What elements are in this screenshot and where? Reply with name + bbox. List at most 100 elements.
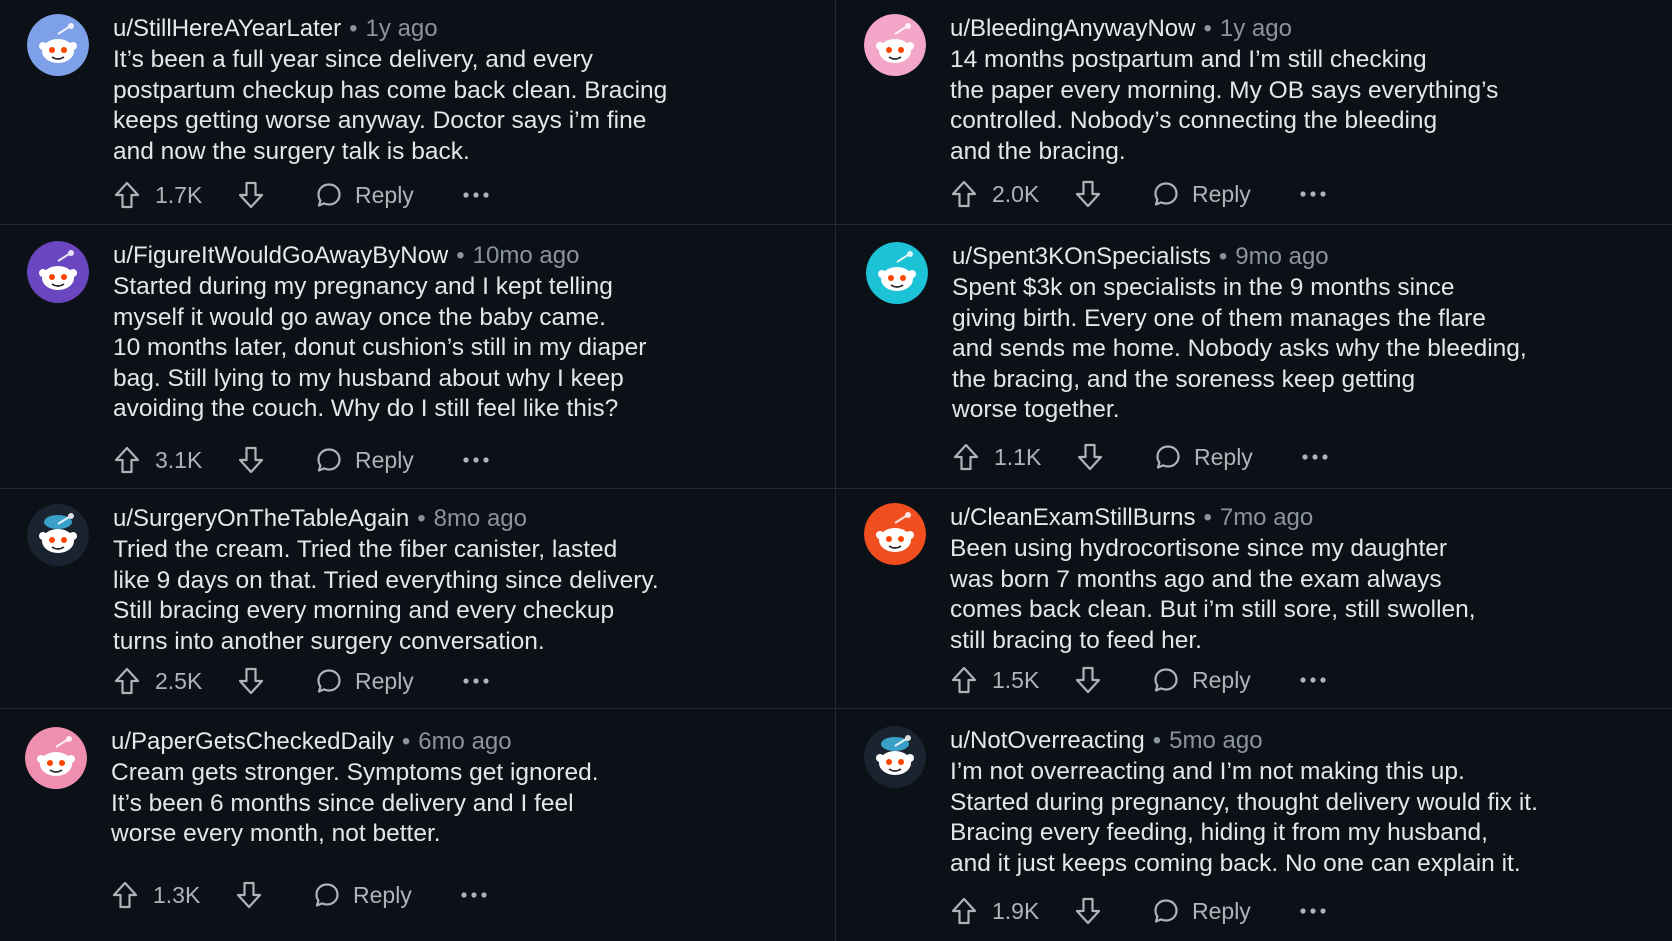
more-options-icon[interactable] — [462, 677, 490, 685]
username-link[interactable]: u/PaperGetsCheckedDaily — [111, 728, 394, 755]
comment-text-line: turns into another surgery conversation. — [113, 627, 545, 655]
avatar[interactable] — [864, 503, 926, 565]
reply-bubble-icon — [315, 181, 343, 209]
comment-text-line: It’s been a full year since delivery, an… — [113, 46, 593, 73]
comment-text-line: I’m not overreacting and I’m not making … — [950, 758, 1465, 785]
comment-text-line: still bracing to feed her. — [950, 626, 1202, 654]
timestamp: 1y ago — [365, 15, 438, 42]
comment-meta: u/CleanExamStillBurns • 7mo ago — [950, 503, 1650, 533]
reply-button[interactable]: Reply — [1152, 666, 1251, 694]
comment-meta: u/Spent3KOnSpecialists • 9mo ago — [952, 242, 1652, 272]
upvote-arrow-icon[interactable] — [950, 896, 978, 926]
more-options-icon[interactable] — [462, 456, 490, 464]
row-divider — [0, 488, 835, 489]
comment-text-line: the bracing, and the soreness keep getti… — [952, 365, 1416, 393]
vote-count: 1.9K — [992, 897, 1040, 924]
comment-actions: 2.5K Reply — [113, 664, 490, 698]
reply-bubble-icon — [315, 667, 343, 695]
username-link[interactable]: u/Spent3KOnSpecialists — [952, 243, 1211, 270]
reply-button[interactable]: Reply — [1152, 180, 1251, 208]
reply-bubble-icon — [313, 881, 341, 909]
upvote-arrow-icon[interactable] — [952, 442, 980, 472]
comment-text-line: and the bracing. — [950, 137, 1126, 165]
avatar[interactable] — [25, 727, 87, 789]
timestamp: 1y ago — [1219, 15, 1292, 42]
username-link[interactable]: u/StillHereAYearLater — [113, 15, 341, 42]
username-link[interactable]: u/NotOverreacting — [950, 727, 1145, 754]
vote-count: 1.5K — [992, 666, 1040, 693]
comment-text-line: and sends me home. Nobody asks why the b… — [952, 335, 1527, 362]
comment-actions: 2.0K Reply — [950, 177, 1327, 211]
comment-text-line: and now the surgery talk is back. — [113, 137, 470, 165]
username-link[interactable]: u/BleedingAnywayNow — [950, 15, 1195, 42]
downvote-arrow-icon[interactable] — [1074, 896, 1102, 926]
downvote-arrow-icon[interactable] — [237, 666, 265, 696]
separator-dot: • — [1203, 504, 1212, 531]
reply-label: Reply — [1192, 180, 1251, 207]
username-link[interactable]: u/FigureItWouldGoAwayByNow — [113, 242, 448, 269]
downvote-arrow-icon[interactable] — [237, 180, 265, 210]
reply-button[interactable]: Reply — [1154, 443, 1253, 471]
row-divider — [0, 224, 835, 225]
comment-text: Cream gets stronger. Symptoms get ignore… — [111, 758, 811, 850]
reply-bubble-icon — [315, 446, 343, 474]
downvote-arrow-icon[interactable] — [1074, 179, 1102, 209]
timestamp: 7mo ago — [1219, 504, 1314, 531]
downvote-arrow-icon[interactable] — [237, 445, 265, 475]
avatar[interactable] — [864, 14, 926, 76]
comment-text-line: Still bracing every morning and every ch… — [113, 597, 615, 624]
column-divider — [835, 0, 836, 941]
comment-text-line: giving birth. Every one of them manages … — [952, 304, 1486, 332]
upvote-arrow-icon[interactable] — [113, 180, 141, 210]
comment-text-line: It’s been 6 months since delivery and I … — [111, 789, 574, 817]
separator-dot: • — [1218, 243, 1228, 270]
more-options-icon[interactable] — [1299, 190, 1327, 198]
downvote-arrow-icon[interactable] — [1076, 442, 1104, 472]
separator-dot: • — [1203, 15, 1212, 42]
avatar[interactable] — [866, 242, 928, 304]
upvote-arrow-icon[interactable] — [111, 880, 139, 910]
reply-bubble-icon — [1152, 666, 1180, 694]
avatar[interactable] — [27, 241, 89, 303]
username-link[interactable]: u/CleanExamStillBurns — [950, 504, 1195, 531]
downvote-arrow-icon[interactable] — [235, 880, 263, 910]
more-options-icon[interactable] — [1301, 453, 1329, 461]
separator-dot: • — [1152, 727, 1162, 754]
comment-actions: 3.1K Reply — [113, 443, 490, 477]
more-options-icon[interactable] — [460, 891, 488, 899]
username-link[interactable]: u/SurgeryOnTheTableAgain — [113, 505, 409, 532]
avatar[interactable] — [27, 504, 89, 566]
more-options-icon[interactable] — [1299, 676, 1327, 684]
comment-actions: 1.3K Reply — [111, 878, 488, 912]
reply-button[interactable]: Reply — [315, 181, 414, 209]
comment-text-line: keeps getting worse anyway. Doctor says … — [113, 107, 647, 134]
upvote-arrow-icon[interactable] — [113, 666, 141, 696]
downvote-arrow-icon[interactable] — [1074, 665, 1102, 695]
avatar[interactable] — [27, 14, 89, 76]
comment-text-line: Cream gets stronger. Symptoms get ignore… — [111, 759, 599, 786]
reply-button[interactable]: Reply — [1152, 897, 1251, 925]
avatar[interactable] — [864, 726, 926, 788]
more-options-icon[interactable] — [462, 191, 490, 199]
reply-label: Reply — [1192, 897, 1251, 924]
upvote-arrow-icon[interactable] — [113, 445, 141, 475]
comment-text-line: Bracing every feeding, hiding it from my… — [950, 819, 1488, 846]
comment-text-line: was born 7 months ago and the exam alway… — [950, 565, 1442, 593]
reply-button[interactable]: Reply — [313, 881, 412, 909]
reply-button[interactable]: Reply — [315, 667, 414, 695]
comment-text-line: Started during pregnancy, thought delive… — [950, 788, 1538, 816]
vote-count: 2.5K — [155, 667, 203, 694]
comment-text: Been using hydrocortisone since my daugh… — [950, 534, 1650, 656]
reply-bubble-icon — [1152, 180, 1180, 208]
upvote-arrow-icon[interactable] — [950, 179, 978, 209]
comment-text-line: worse every month, not better. — [111, 820, 441, 847]
more-options-icon[interactable] — [1299, 907, 1327, 915]
comment-text-line: Tried the cream. Tried the fiber caniste… — [113, 536, 618, 563]
comment-text-line: controlled. Nobody’s connecting the blee… — [950, 107, 1438, 134]
upvote-arrow-icon[interactable] — [950, 665, 978, 695]
reply-label: Reply — [355, 667, 414, 694]
reply-button[interactable]: Reply — [315, 446, 414, 474]
reply-label: Reply — [355, 181, 414, 208]
separator-dot: • — [349, 15, 358, 42]
comment-text: Started during my pregnancy and I kept t… — [113, 272, 813, 425]
